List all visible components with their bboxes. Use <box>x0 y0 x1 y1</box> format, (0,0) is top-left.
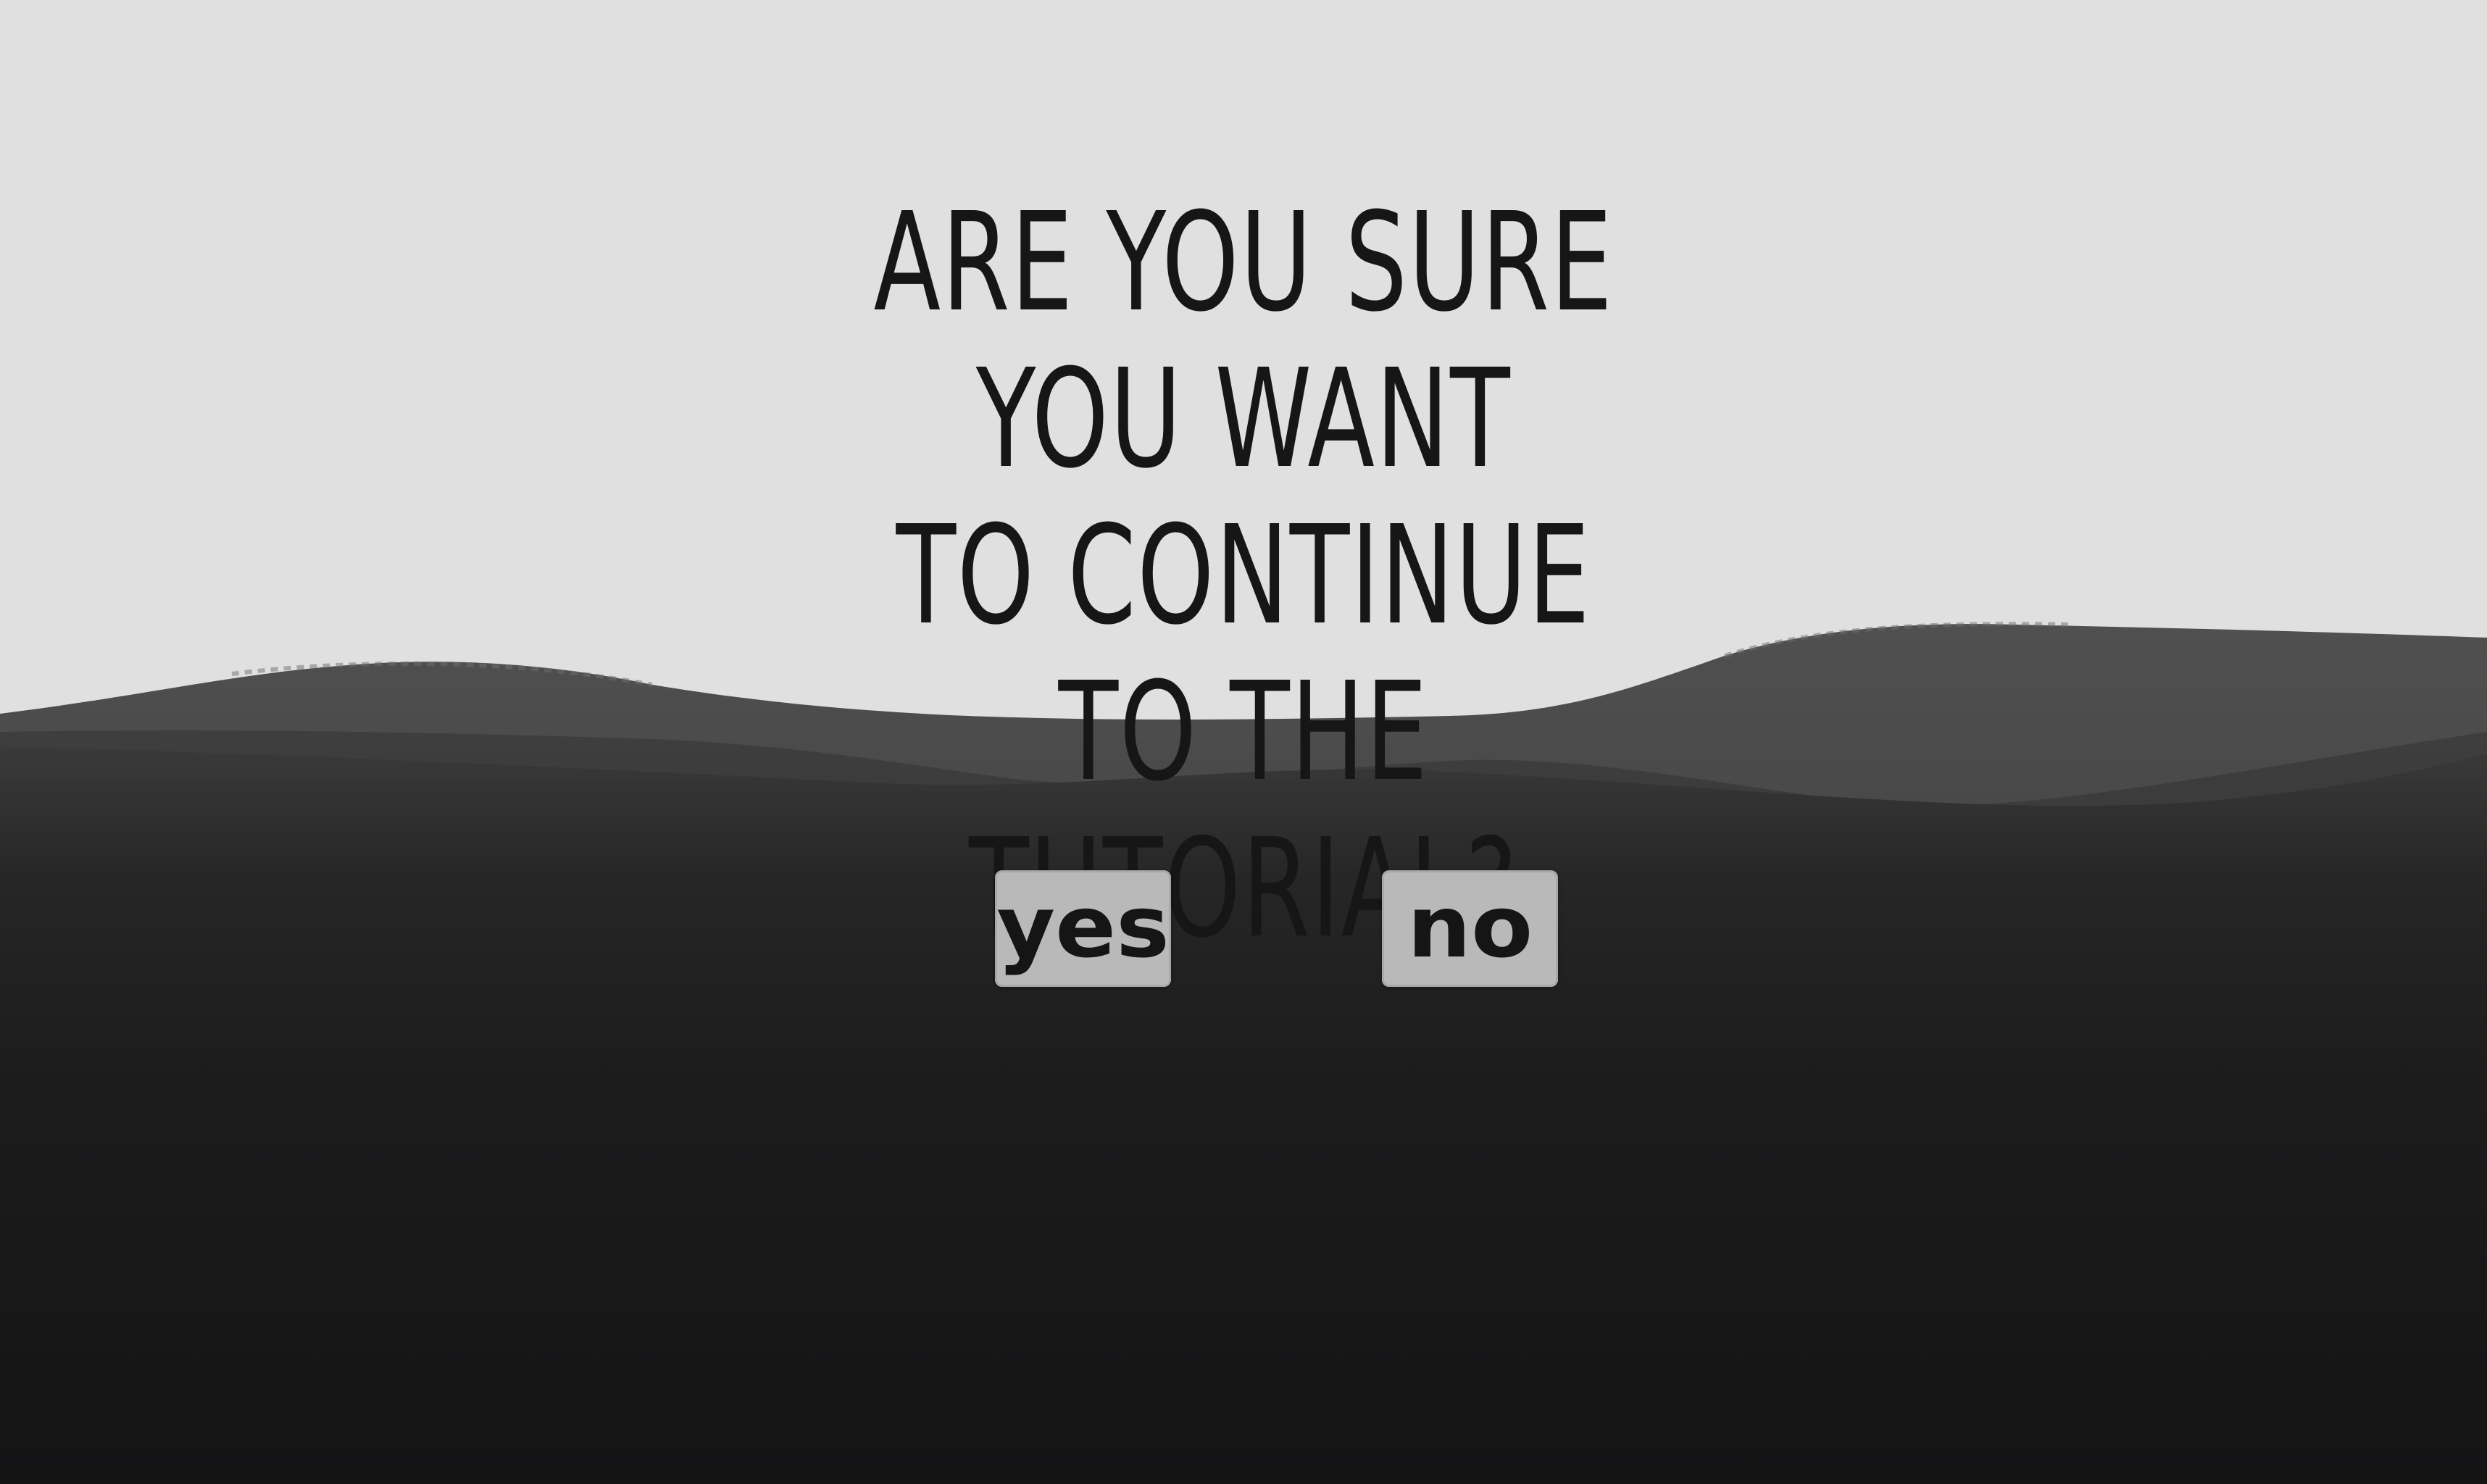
yes-button[interactable]: yes <box>995 870 1171 987</box>
no-button[interactable]: no <box>1382 870 1558 987</box>
prompt-line-1: ARE YOU SURE YOU WANT <box>873 183 1614 499</box>
prompt-line-2: TO CONTINUE TO THE <box>896 496 1591 812</box>
tutorial-prompt: ARE YOU SURE YOU WANT TO CONTINUE TO THE… <box>826 185 1661 967</box>
game-scene: ARE YOU SURE YOU WANT TO CONTINUE TO THE… <box>0 0 2487 1484</box>
yes-label: yes <box>996 876 1170 977</box>
no-label: no <box>1407 876 1533 977</box>
